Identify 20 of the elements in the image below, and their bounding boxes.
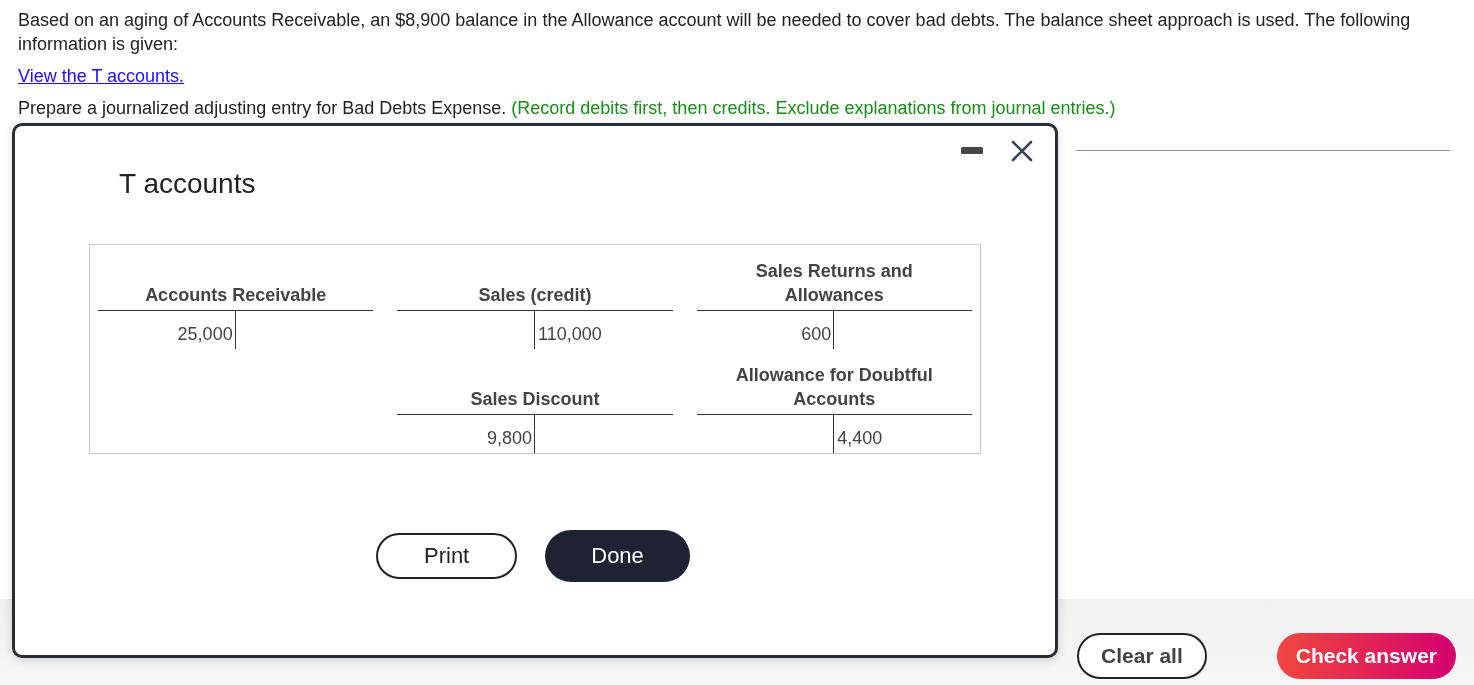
clear-all-button[interactable]: Clear all bbox=[1077, 633, 1207, 679]
account-name: Sales Discount bbox=[469, 388, 601, 411]
debit-amount: 9,800 bbox=[486, 428, 532, 449]
check-answer-button[interactable]: Check answer bbox=[1276, 633, 1456, 679]
account-name: Sales (credit) bbox=[477, 284, 593, 307]
account-name: Allowance for Doubtful Accounts bbox=[734, 364, 934, 411]
done-button[interactable]: Done bbox=[545, 530, 690, 582]
print-button[interactable]: Print bbox=[376, 533, 518, 579]
instruction-text: Prepare a journalized adjusting entry for Bad Debts Expense. (Record debits first, then credits. Exclude explanations from journal entries.) bbox=[18, 97, 1117, 120]
debit-amount: 600 bbox=[801, 324, 832, 345]
question-text: Based on an aging of Accounts Receivable, an $8,900 balance in the Allowance account will be needed to cover bad debts. The balance sheet approach is used. The following information is given: bbox=[18, 9, 1412, 56]
t-accounts-link[interactable]: View the T accounts. bbox=[18, 66, 185, 86]
account-name: Sales Returns and Allowances bbox=[754, 260, 914, 307]
dialog-title: T accounts bbox=[119, 168, 256, 200]
credit-amount: 4,400 bbox=[837, 428, 883, 449]
minimize-icon[interactable] bbox=[961, 147, 983, 155]
account-name: Accounts Receivable bbox=[144, 284, 328, 307]
debit-amount: 25,000 bbox=[177, 324, 233, 345]
credit-amount: 110,000 bbox=[538, 324, 602, 345]
close-icon[interactable] bbox=[1011, 140, 1033, 162]
